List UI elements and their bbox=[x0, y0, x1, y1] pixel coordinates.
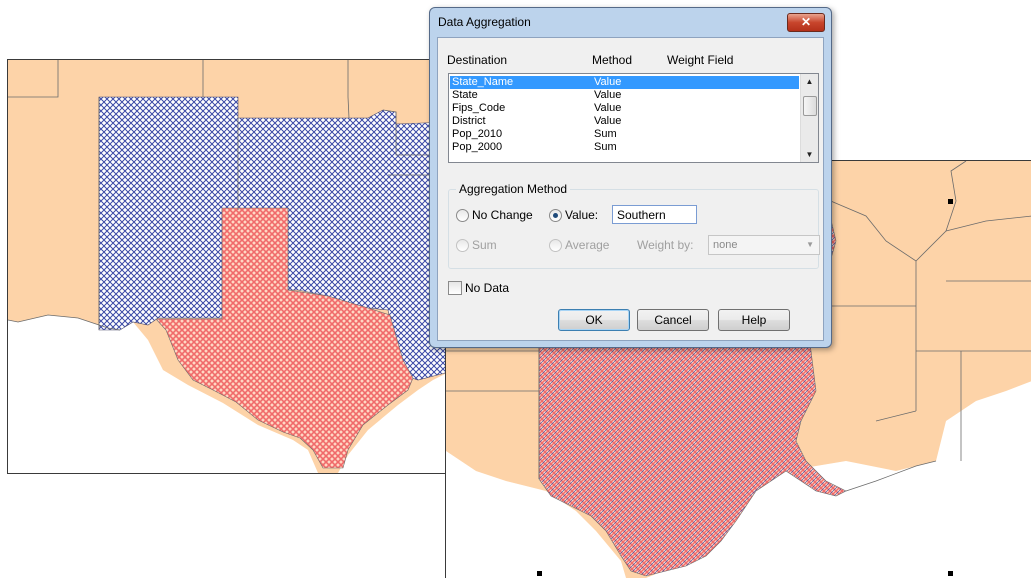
selection-handle[interactable] bbox=[948, 199, 953, 204]
list-item[interactable]: Pop_2000 Sum bbox=[450, 141, 799, 154]
list-scrollbar[interactable]: ▲ ▼ bbox=[800, 74, 818, 162]
value-input[interactable]: Southern bbox=[612, 205, 697, 224]
field-name: State_Name bbox=[452, 76, 514, 88]
column-header-method: Method bbox=[592, 53, 633, 67]
field-method: Value bbox=[594, 89, 622, 101]
weight-by-label: Weight by: bbox=[637, 238, 694, 252]
arrow-up-icon[interactable]: ▲ bbox=[801, 74, 818, 89]
dialog-title: Data Aggregation bbox=[438, 15, 531, 29]
no-data-checkbox[interactable] bbox=[448, 281, 462, 295]
value-radio[interactable] bbox=[549, 209, 562, 222]
column-header-weight-field: Weight Field bbox=[667, 53, 734, 67]
chevron-down-icon: ▼ bbox=[806, 240, 814, 249]
selection-handle[interactable] bbox=[537, 571, 542, 576]
sum-radio[interactable] bbox=[456, 239, 469, 252]
field-method: Value bbox=[594, 76, 622, 88]
help-button[interactable]: Help bbox=[718, 309, 790, 331]
scrollbar-thumb[interactable] bbox=[803, 96, 817, 116]
left-map-view[interactable] bbox=[7, 59, 450, 474]
sum-label: Sum bbox=[472, 238, 497, 252]
dialog-titlebar[interactable]: Data Aggregation ✕ bbox=[430, 8, 831, 36]
no-change-radio[interactable] bbox=[456, 209, 469, 222]
arrow-down-icon[interactable]: ▼ bbox=[801, 147, 818, 162]
field-name: District bbox=[452, 115, 486, 127]
aggregation-method-group: Aggregation Method No Change Value: Sout… bbox=[448, 182, 820, 269]
column-header-destination: Destination bbox=[447, 53, 508, 67]
data-aggregation-dialog: Data Aggregation ✕ Destination Method We… bbox=[429, 7, 832, 348]
weight-by-select[interactable]: none ▼ bbox=[708, 235, 820, 255]
field-name: Pop_2010 bbox=[452, 128, 503, 140]
dialog-body: Destination Method Weight Field State_Na… bbox=[437, 37, 824, 341]
ok-button[interactable]: OK bbox=[558, 309, 630, 331]
average-radio[interactable] bbox=[549, 239, 562, 252]
aggregation-method-label: Aggregation Method bbox=[456, 182, 571, 196]
weight-by-value: none bbox=[713, 239, 738, 251]
field-list[interactable]: State_Name Value State Value Fips_Code V… bbox=[448, 73, 819, 163]
close-icon: ✕ bbox=[800, 15, 812, 29]
no-data-label: No Data bbox=[465, 281, 510, 295]
list-item[interactable]: State_Name Value bbox=[450, 76, 799, 89]
list-item[interactable]: Pop_2010 Sum bbox=[450, 128, 799, 141]
field-method: Value bbox=[594, 102, 622, 114]
field-name: State bbox=[452, 89, 478, 101]
average-label: Average bbox=[565, 238, 610, 252]
list-item[interactable]: District Value bbox=[450, 115, 799, 128]
field-name: Pop_2000 bbox=[452, 141, 503, 153]
close-button[interactable]: ✕ bbox=[787, 13, 825, 32]
list-item[interactable]: Fips_Code Value bbox=[450, 102, 799, 115]
field-method: Sum bbox=[594, 141, 617, 153]
field-name: Fips_Code bbox=[452, 102, 506, 114]
selection-handle[interactable] bbox=[948, 571, 953, 576]
cancel-button[interactable]: Cancel bbox=[637, 309, 709, 331]
field-method: Sum bbox=[594, 128, 617, 140]
value-label: Value: bbox=[565, 208, 599, 222]
left-map-canvas bbox=[8, 60, 449, 473]
field-method: Value bbox=[594, 115, 622, 127]
list-item[interactable]: State Value bbox=[450, 89, 799, 102]
no-change-label: No Change bbox=[472, 208, 533, 222]
